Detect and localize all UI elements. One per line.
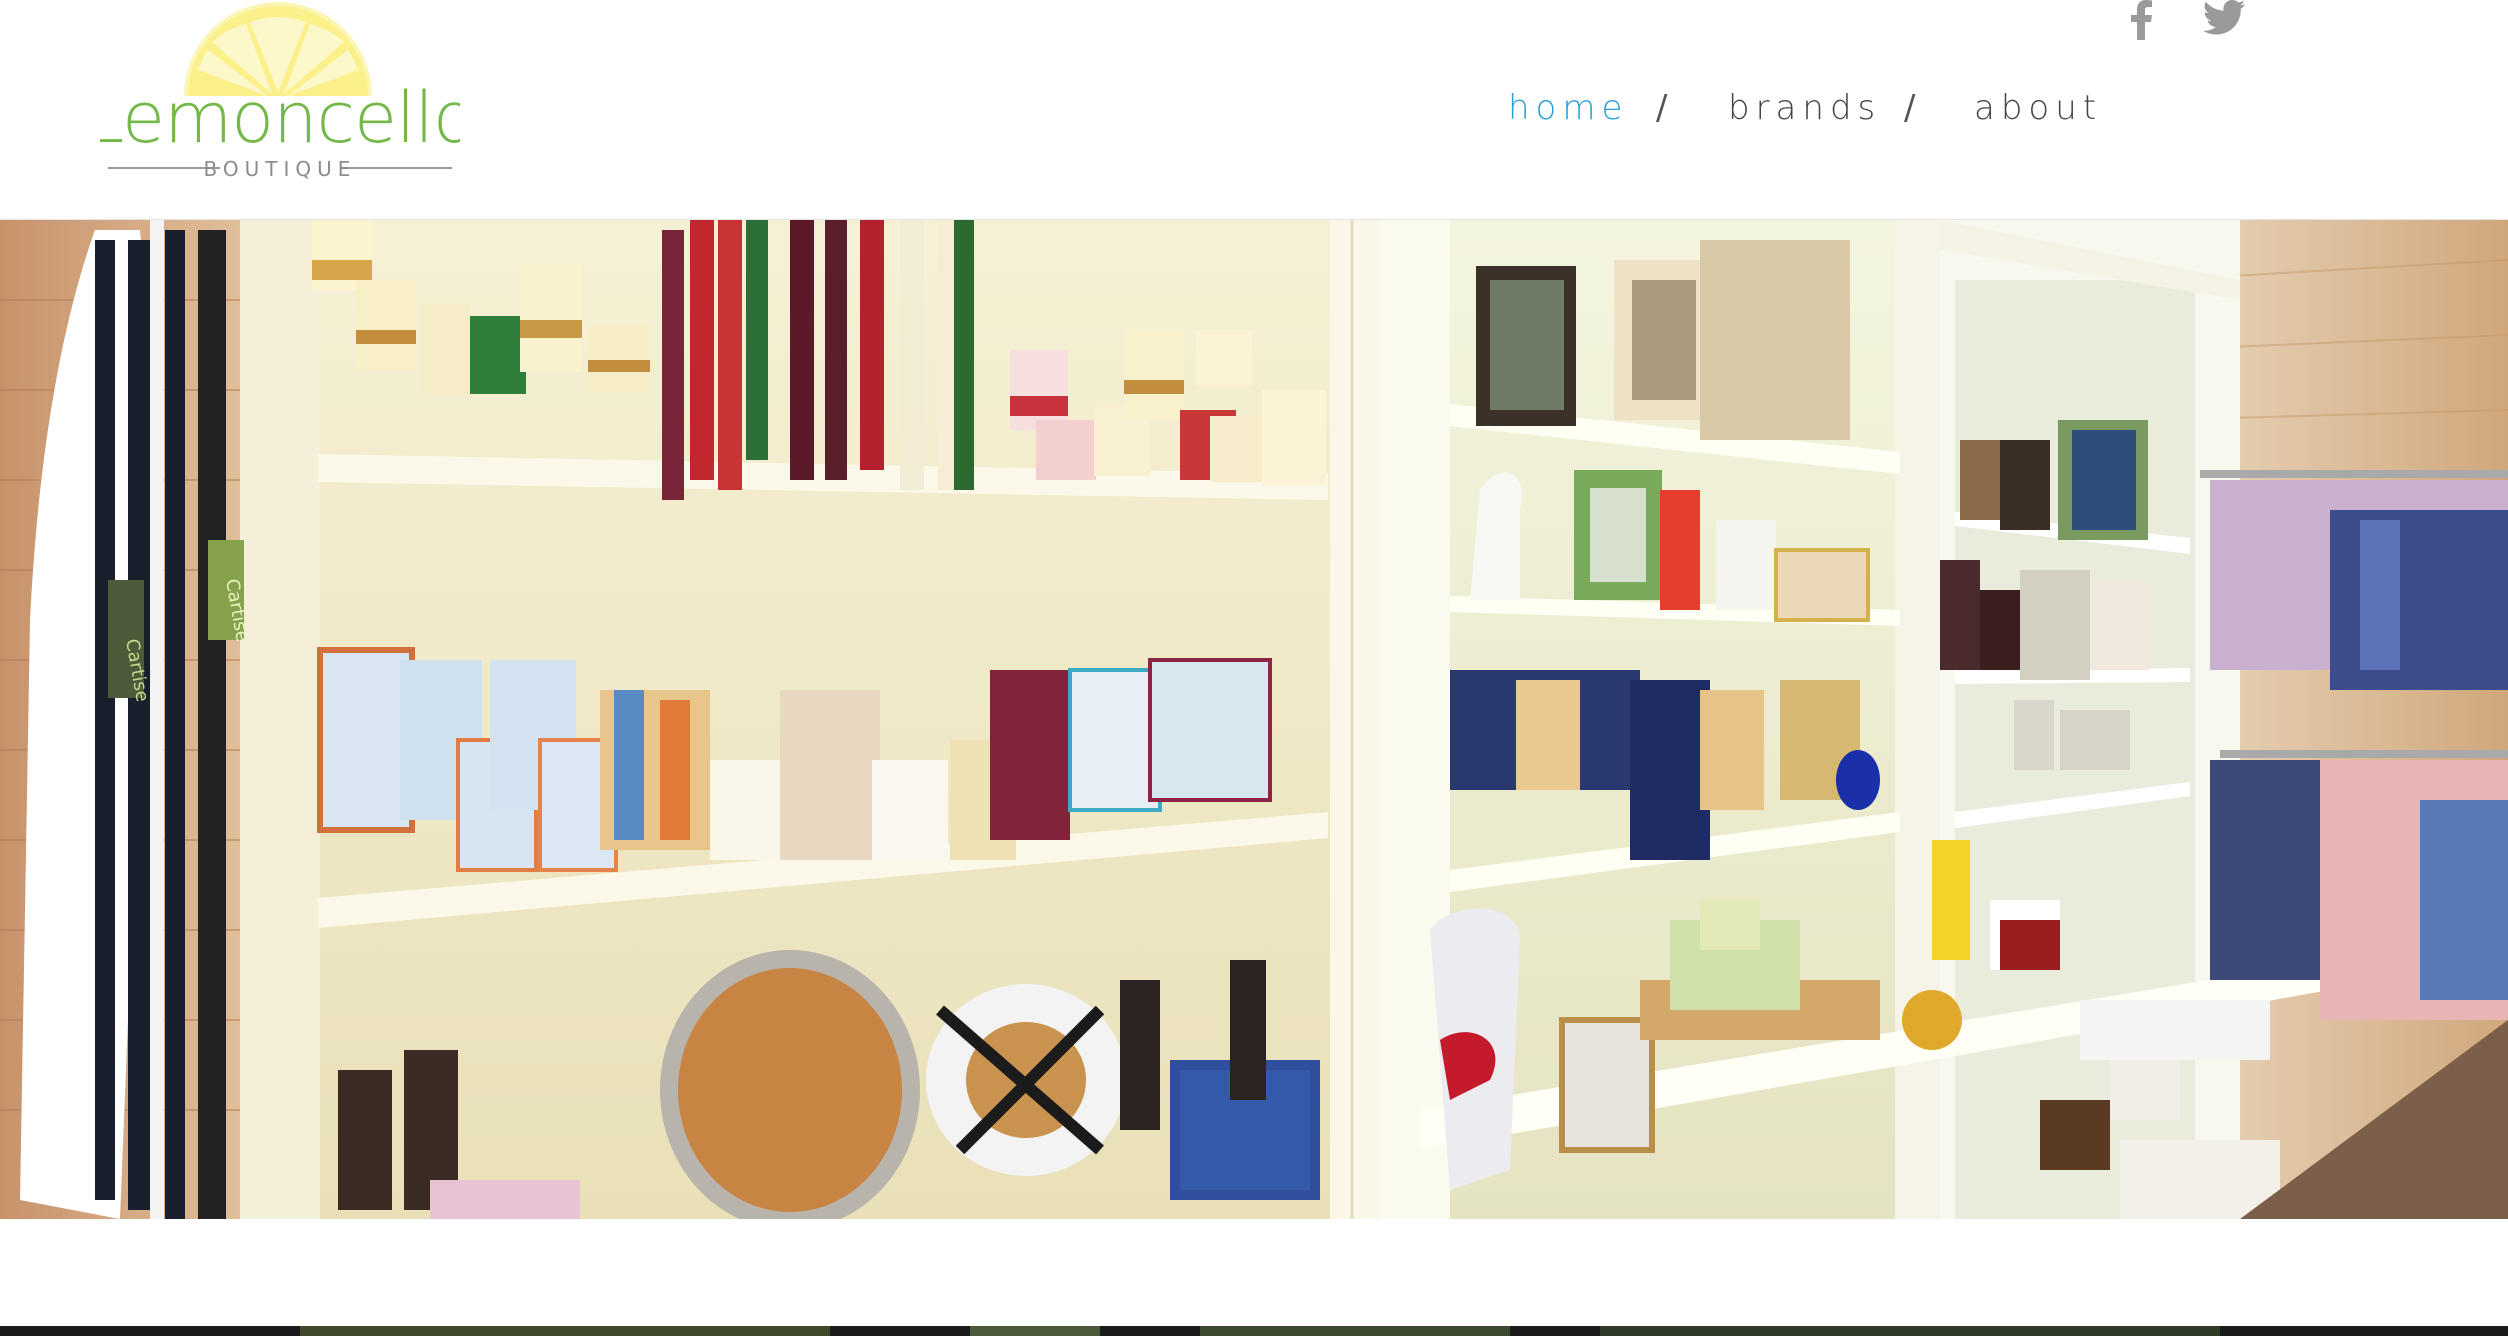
- nav-separator: /: [1656, 88, 1668, 128]
- store-interior-illustration: Cartise Cartise: [0, 220, 2508, 1219]
- nav-separator: /: [1904, 88, 1916, 128]
- site-logo[interactable]: Lemoncello BOUTIQUE: [100, 0, 460, 190]
- footer-image-strip: [0, 1326, 2508, 1336]
- lemoncello-logo: Lemoncello BOUTIQUE: [100, 2, 460, 181]
- nav-home[interactable]: home: [1508, 88, 1628, 128]
- facebook-icon[interactable]: [2130, 0, 2154, 40]
- hero-photo: Cartise Cartise: [0, 220, 2508, 1219]
- logo-brand-name: Lemoncello: [100, 77, 460, 159]
- nav-about[interactable]: about: [1974, 88, 2102, 128]
- logo-tagline: BOUTIQUE: [204, 157, 357, 181]
- nav-brands[interactable]: brands: [1728, 88, 1881, 128]
- twitter-icon[interactable]: [2204, 0, 2246, 36]
- site-header: Lemoncello BOUTIQUE home / brands / abou…: [0, 0, 2508, 220]
- main-nav: home / brands / about: [1500, 80, 2120, 140]
